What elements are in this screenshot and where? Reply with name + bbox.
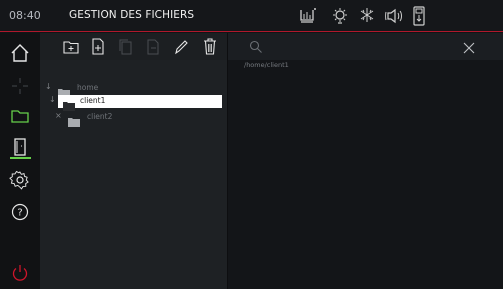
tree-item-label: client1 [80,96,106,105]
home-icon[interactable] [8,41,32,65]
top-bar: 08:40 GESTION DES FICHIERS [0,0,503,32]
tree-item-label: client2 [87,112,113,121]
expand-arrow-icon[interactable]: ↓ [45,82,52,91]
folder-icon [63,96,75,111]
new-folder-button[interactable] [62,37,80,56]
active-indicator [10,157,31,159]
settings-icon[interactable] [8,168,32,192]
tree-item-client2[interactable]: × client2 [55,111,205,127]
help-icon[interactable]: ? [8,200,32,224]
svg-text:?: ? [17,208,22,219]
new-file-button[interactable] [89,37,107,56]
page-title: GESTION DES FICHIERS [69,9,195,21]
close-icon[interactable] [463,39,475,54]
move-icon[interactable] [8,74,32,98]
paste-button[interactable] [144,37,162,56]
clock: 08:40 [9,9,41,22]
tree-item-home[interactable]: ↓ home [45,82,195,98]
door-icon[interactable] [8,135,32,159]
file-toolbar [40,33,227,60]
tree-item-client1[interactable]: client1 [58,95,222,111]
folder-icon[interactable] [8,104,32,128]
expand-arrow-icon[interactable]: ↓ [49,95,56,104]
light-bulb-icon[interactable] [331,6,349,26]
current-path: /home/client1 [244,61,289,69]
sidebar: ? [0,33,40,289]
fan-icon[interactable] [358,6,376,26]
usb-drive-icon[interactable] [411,6,427,26]
search-icon[interactable] [249,39,263,53]
collapse-x-icon[interactable]: × [55,111,62,120]
copy-button[interactable] [117,37,135,56]
folder-icon [58,83,70,98]
temperature-icon[interactable] [299,6,317,26]
search-bar[interactable] [228,33,503,60]
folder-icon [68,112,80,127]
file-list-panel [228,60,503,289]
rename-button[interactable] [172,37,190,56]
speaker-icon[interactable] [385,6,405,26]
power-icon[interactable] [8,261,32,285]
delete-button[interactable] [201,37,219,56]
tree-item-label: home [77,83,99,92]
